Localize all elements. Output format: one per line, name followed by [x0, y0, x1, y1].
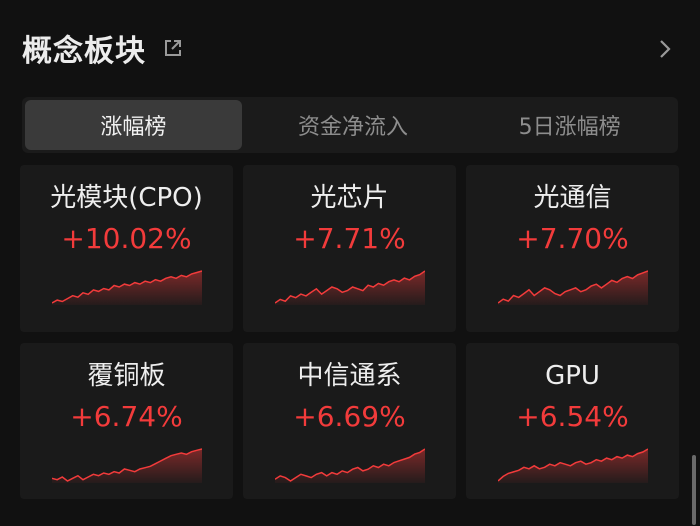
sparkline-chart: [51, 270, 202, 305]
concept-card[interactable]: 光通信 +7.70%: [466, 165, 679, 332]
concept-change: +6.74%: [70, 400, 183, 433]
share-icon[interactable]: [162, 37, 184, 59]
concept-name: GPU: [545, 361, 600, 391]
concept-name: 覆铜板: [87, 361, 166, 391]
chevron-right-icon[interactable]: [658, 38, 672, 60]
sparkline-chart: [274, 270, 425, 305]
sparkline-chart: [497, 270, 648, 305]
concept-name: 光通信: [533, 183, 612, 213]
sparkline-area: [274, 449, 425, 483]
concept-card[interactable]: GPU +6.54%: [466, 343, 679, 499]
tab-bar: 涨幅榜 资金净流入 5日涨幅榜: [22, 97, 678, 153]
concept-name: 光模块(CPO): [50, 183, 203, 213]
sparkline-chart: [497, 448, 648, 483]
concept-card[interactable]: 光芯片 +7.71%: [243, 165, 456, 332]
sparkline-chart: [51, 448, 202, 483]
concept-change: +6.54%: [516, 400, 629, 433]
concept-change: +6.69%: [293, 400, 406, 433]
scrollbar[interactable]: [692, 455, 696, 525]
concept-change: +10.02%: [61, 222, 192, 255]
tab-net-inflow[interactable]: 资金净流入: [245, 97, 462, 153]
concept-change: +7.71%: [293, 222, 406, 255]
sparkline-area: [497, 449, 648, 483]
concept-change: +7.70%: [516, 222, 629, 255]
concept-card[interactable]: 覆铜板 +6.74%: [20, 343, 233, 499]
concept-card[interactable]: 中信通系 +6.69%: [243, 343, 456, 499]
sparkline-area: [497, 271, 648, 305]
tab-gainers[interactable]: 涨幅榜: [25, 100, 242, 150]
header: 概念板块: [22, 28, 184, 69]
concept-name: 中信通系: [297, 361, 402, 391]
page-title: 概念板块: [22, 34, 146, 69]
concept-card[interactable]: 光模块(CPO) +10.02%: [20, 165, 233, 332]
tab-5day-gainers[interactable]: 5日涨幅榜: [461, 97, 678, 153]
concept-name: 光芯片: [310, 183, 389, 213]
sparkline-chart: [274, 448, 425, 483]
